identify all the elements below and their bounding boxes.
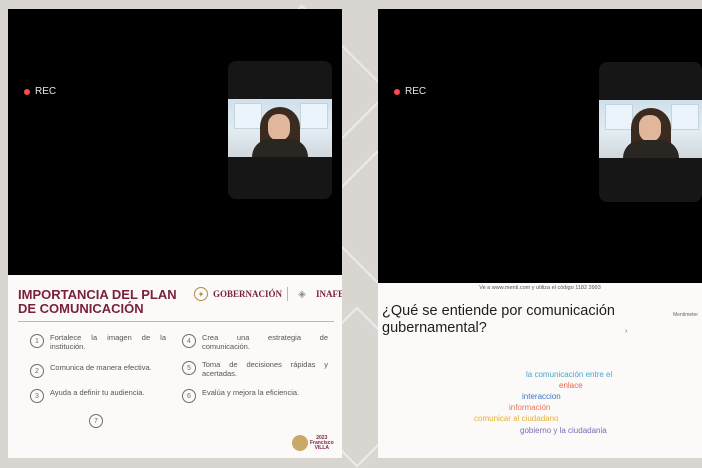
- number-circle: 2: [30, 364, 44, 378]
- participant-body: [623, 140, 679, 158]
- gobernacion-emblem-icon: ✦: [194, 287, 208, 301]
- recording-indicator: REC: [394, 86, 426, 97]
- rec-label: REC: [35, 86, 57, 97]
- list-item: 2 Comunica de manera efectiva.: [30, 363, 166, 378]
- item-text: Crea una estrategia de comunicación.: [202, 333, 328, 351]
- recording-indicator: REC: [24, 86, 56, 97]
- item-text: Comunica de manera efectiva.: [50, 363, 152, 372]
- item-text: Toma de decisiones rápidas y acertadas.: [202, 360, 328, 378]
- item-text: Ayuda a definir tu audiencia.: [50, 388, 145, 397]
- slide-title: IMPORTANCIA DEL PLAN DE COMUNICACIÓN: [18, 287, 177, 316]
- participant-body: [252, 139, 308, 157]
- number-circle: 5: [182, 361, 196, 375]
- list-item: 6 Evalúa y mejora la eficiencia.: [182, 388, 328, 403]
- word-cloud-entry: la comunicación entre el: [526, 370, 613, 379]
- list-item: 5 Toma de decisiones rápidas y acertadas…: [182, 360, 328, 378]
- participant-camera-tile[interactable]: [599, 62, 702, 202]
- word-cloud-entry: enlace: [559, 381, 583, 390]
- item-text: Fortalece la imagen de la institución.: [50, 333, 166, 351]
- inafed-mark-icon: ◈: [298, 288, 306, 300]
- number-circle: 7: [89, 414, 103, 428]
- word-cloud-entry: interaccion: [522, 392, 561, 401]
- list-item: 4 Crea una estrategia de comunicación.: [182, 333, 328, 351]
- background-window: [300, 103, 328, 129]
- mentimeter-logo: Mentimeter: [672, 312, 698, 318]
- item-text: Evalúa y mejora la eficiencia.: [202, 388, 300, 397]
- cursor-mark: ›: [625, 328, 628, 335]
- video-area: REC: [8, 9, 342, 275]
- mentimeter-slide: Ve a www.menti.com y utiliza el código 1…: [378, 283, 702, 458]
- number-circle: 1: [30, 334, 44, 348]
- left-meeting-panel: REC IMPORTANCIA DEL PLAN DE COMUNICACIÓN…: [8, 9, 342, 458]
- participant-face: [268, 114, 290, 141]
- logo-separator: [287, 287, 289, 301]
- rec-label: REC: [405, 86, 427, 97]
- title-divider: [18, 321, 334, 322]
- list-item: 1 Fortalece la imagen de la institución.: [30, 333, 166, 351]
- word-cloud-entry: gobierno y la ciudadania: [520, 426, 607, 435]
- shared-slide: IMPORTANCIA DEL PLAN DE COMUNICACIÓN ✦ G…: [8, 275, 342, 458]
- word-cloud-entry: comunicar al ciudadano: [474, 414, 559, 423]
- background-window: [605, 104, 633, 130]
- participant-camera-tile[interactable]: [228, 61, 332, 199]
- year-logo: 2023 Francisco VILLA: [292, 435, 334, 451]
- number-circle: 6: [182, 389, 196, 403]
- video-area: REC: [378, 9, 702, 283]
- list-item: 7: [89, 414, 129, 428]
- participant-video: [599, 100, 702, 158]
- participant-face: [639, 115, 661, 142]
- rec-dot-icon: [24, 88, 30, 95]
- menti-join-instructions: Ve a www.menti.com y utiliza el código 1…: [479, 285, 601, 291]
- background-window: [234, 103, 262, 129]
- institution-logos: ✦ GOBERNACIÓN ◈ INAFED: [194, 287, 342, 301]
- number-circle: 3: [30, 389, 44, 403]
- year-emblem-icon: [292, 435, 308, 451]
- participant-video: [228, 99, 332, 157]
- list-item: 3 Ayuda a definir tu audiencia.: [30, 388, 166, 403]
- logo-gobernacion: GOBERNACIÓN: [213, 289, 283, 299]
- right-meeting-panel: REC Ve a www.menti.com y utiliza el códi…: [378, 9, 702, 458]
- year-logo-text: 2023 Francisco VILLA: [310, 434, 334, 451]
- number-circle: 4: [182, 334, 196, 348]
- background-window: [671, 104, 699, 130]
- logo-inafed: INAFED: [316, 289, 342, 299]
- rec-dot-icon: [394, 88, 400, 95]
- word-cloud-entry: información: [509, 403, 551, 412]
- question-text: ¿Qué se entiende por comunicación gubern…: [382, 303, 615, 336]
